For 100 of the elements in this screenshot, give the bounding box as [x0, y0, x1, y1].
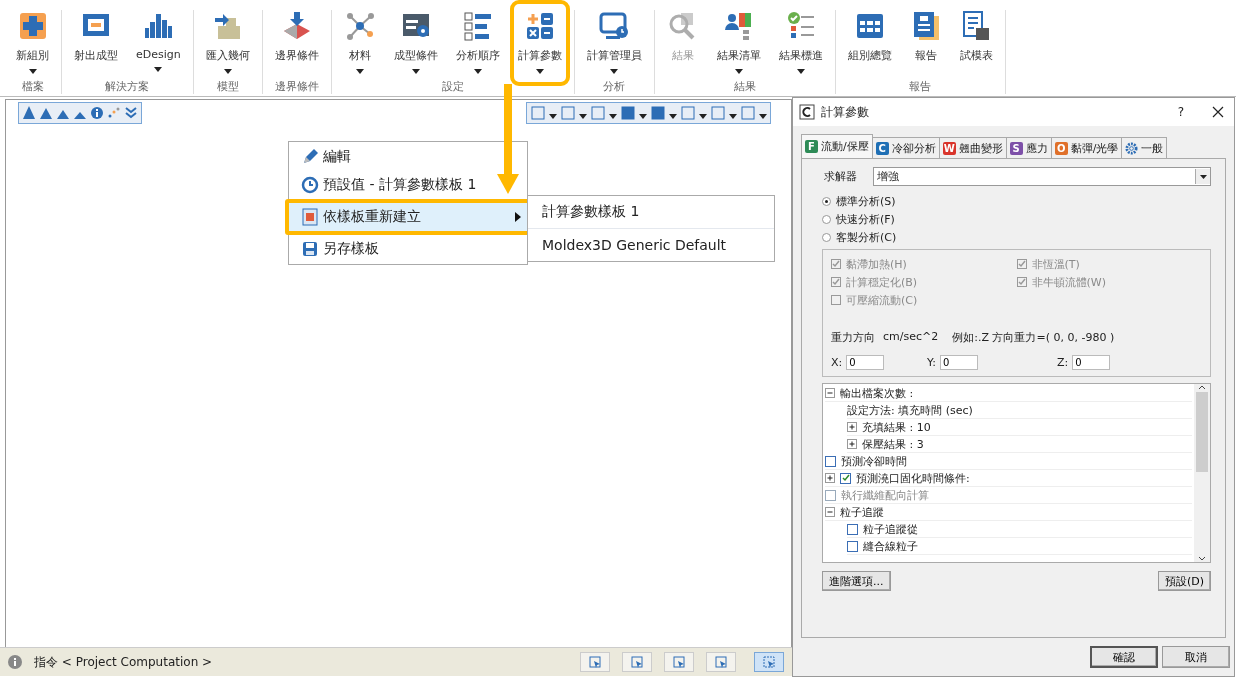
status-tool-button[interactable] [622, 652, 652, 672]
field-label: Y: [927, 356, 936, 369]
tab-badge: F [805, 140, 818, 153]
submenu-arrow-icon [515, 212, 521, 222]
tab[interactable]: C 冷卻分析 [871, 137, 940, 158]
caret-icon [759, 113, 767, 119]
caret-icon [1199, 174, 1207, 179]
tab[interactable]: W 翹曲變形 [938, 137, 1007, 158]
caret-icon [535, 69, 544, 74]
scroll-down-icon[interactable] [1198, 556, 1206, 562]
ribbon-button[interactable]: 材料 [335, 0, 384, 86]
tab[interactable]: 一般 [1121, 137, 1168, 158]
tree-item: 預測澆口固化時間條件: [856, 470, 970, 486]
checkbox[interactable] [847, 523, 858, 535]
tree-item: 充填結果 : 10 [862, 419, 931, 435]
tab-badge: W [942, 141, 956, 155]
checkbox-label: 黏滯加熱(H) [846, 256, 907, 272]
field-label: 求解器 [824, 169, 857, 184]
caret-icon [28, 69, 37, 74]
radio-label: 快速分析(F) [836, 211, 895, 227]
caret-icon [355, 69, 364, 74]
caret-icon [734, 69, 743, 74]
expand-icon[interactable] [825, 473, 835, 483]
tab-badge: C [875, 141, 889, 155]
gear-icon [1125, 141, 1139, 155]
group-label: 邊界條件 [274, 79, 319, 94]
checkbox[interactable] [847, 540, 858, 552]
cancel-button[interactable]: 取消 [1162, 646, 1230, 668]
monitor-clock-icon [598, 10, 631, 42]
help-button[interactable]: ? [1177, 105, 1184, 119]
group-label: 結果 [733, 79, 756, 94]
menu-item[interactable]: 另存樣板 [285, 235, 531, 263]
input-field[interactable]: 0 [939, 355, 978, 370]
group-label: 解決方案 [105, 79, 150, 94]
scatter-icon[interactable] [107, 106, 121, 120]
caret-icon [154, 67, 163, 72]
checklist-icon [461, 10, 494, 42]
tab[interactable]: O 黏彈/光學 [1050, 137, 1123, 158]
caret-icon [610, 69, 619, 74]
tree-item: 輸出檔案次數 : [840, 385, 914, 401]
input-field[interactable]: 0 [846, 355, 885, 370]
scroll-up-icon[interactable] [1198, 384, 1206, 390]
checkbox-label: 非恆溫(T) [1031, 256, 1080, 272]
tab-badge: O [1054, 141, 1068, 155]
collapse-icon[interactable] [825, 507, 835, 517]
scrollbar[interactable] [1194, 384, 1210, 562]
ok-button[interactable]: 確認 [1090, 646, 1158, 668]
checkbox-label: 非牛頓流體(W) [1031, 274, 1106, 290]
checkbox-label: 可壓縮流動(C) [846, 292, 918, 308]
chevrons-icon[interactable] [124, 106, 138, 120]
tab[interactable]: S 應力 [1005, 137, 1052, 158]
menu-item[interactable]: Moldex3D Generic Default [528, 229, 774, 261]
unit-label: cm/sec^2 [883, 330, 939, 345]
c-logo-icon [799, 104, 815, 120]
caret-icon [549, 113, 557, 119]
menu-item[interactable]: 編輯 [285, 143, 531, 171]
group-label: 設定 [441, 79, 464, 94]
floppy-icon [301, 240, 319, 258]
expand-icon[interactable] [847, 439, 857, 449]
checkbox[interactable] [825, 455, 836, 467]
status-tool-button[interactable] [664, 652, 694, 672]
caret-icon [669, 113, 677, 119]
advanced-button[interactable]: 進階選項... [822, 571, 891, 591]
status-text: 指令 < Project Computation > [34, 653, 214, 671]
status-tool-button[interactable] [706, 652, 736, 672]
pencil-icon [301, 148, 319, 166]
ribbon-button[interactable]: 結果標進 [770, 0, 831, 86]
close-icon[interactable] [1212, 106, 1224, 118]
info-icon[interactable] [90, 106, 104, 120]
select-icon [762, 655, 776, 669]
tree-item: 粒子追蹤從 [863, 521, 918, 537]
template-icon [301, 208, 319, 226]
caret-icon [579, 113, 587, 119]
solver-dropdown[interactable]: 增強 [873, 167, 1211, 186]
menu-item[interactable]: 計算參數樣板 1 [528, 196, 774, 229]
expand-icon[interactable] [847, 422, 857, 432]
tab[interactable]: F 流動/保壓 [801, 134, 873, 158]
ribbon-button[interactable]: 組別總覽 [839, 0, 900, 86]
caret-icon [223, 69, 232, 74]
tree-item: 粒子追蹤 [840, 504, 884, 520]
group-label: 檔案 [21, 79, 44, 94]
checkbox-label: 計算穩定化(B) [846, 274, 918, 290]
ribbon-button[interactable]: 試模表 [951, 0, 1001, 86]
radio-button[interactable] [822, 196, 831, 206]
input-field[interactable]: 0 [1072, 355, 1111, 370]
collapse-icon[interactable] [825, 388, 835, 398]
status-tool-button[interactable] [580, 652, 610, 672]
radio-label: 標準分析(S) [836, 193, 896, 209]
dialog-title: 計算參數 [821, 103, 870, 121]
group-label: 模型 [216, 79, 239, 94]
checkbox[interactable] [840, 472, 851, 484]
ribbon-button[interactable]: 計算參數 [509, 0, 570, 86]
radio-button[interactable] [822, 232, 831, 242]
field-label: X: [831, 356, 843, 369]
menu-item[interactable]: 預設值 - 計算參數樣板 1 [285, 171, 531, 199]
tree-item: 保壓結果 : 3 [862, 436, 924, 452]
default-button[interactable]: 預設(D) [1157, 571, 1211, 591]
radio-button[interactable] [822, 214, 831, 224]
status-tool-button[interactable] [754, 652, 784, 672]
gravity-label: 重力方向 [831, 330, 875, 345]
